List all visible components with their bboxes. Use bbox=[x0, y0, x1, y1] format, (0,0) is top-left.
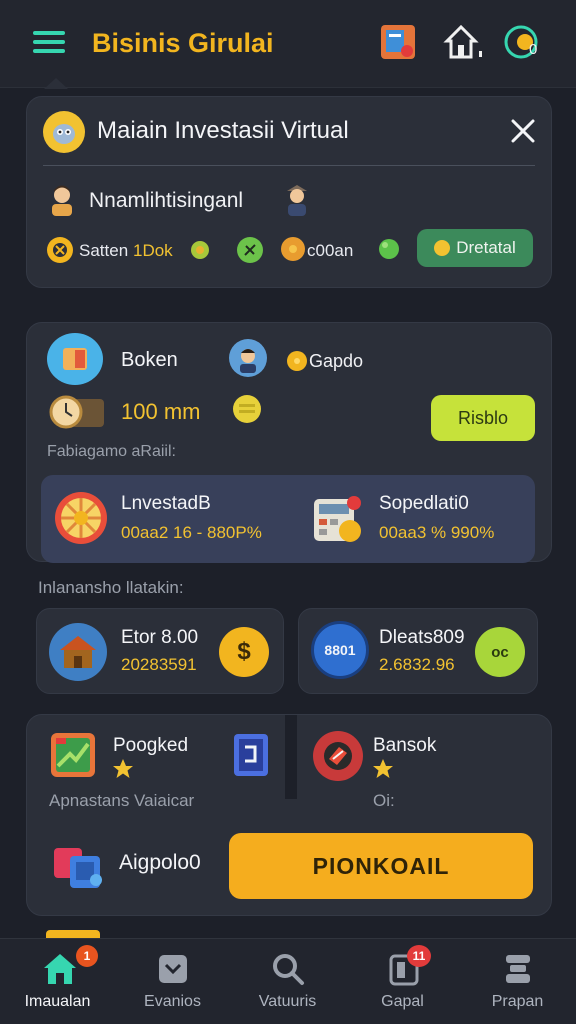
close-icon[interactable] bbox=[503, 111, 543, 151]
coin-balance-icon[interactable]: 0 bbox=[500, 20, 550, 64]
stack-icon bbox=[500, 951, 536, 987]
gear-coin-icon bbox=[185, 235, 215, 265]
peek-card-edge bbox=[46, 930, 100, 938]
bank-chip-label: 8801 bbox=[324, 642, 356, 658]
book-icon bbox=[47, 333, 103, 385]
roulette-icon bbox=[51, 487, 111, 549]
group-name: Aigpolo0 bbox=[119, 851, 201, 874]
cart-badge-icon bbox=[313, 731, 363, 781]
risblo-button-label: Risblo bbox=[457, 407, 509, 428]
projects-split bbox=[285, 715, 297, 799]
nav-label-profile: Prapan bbox=[491, 993, 544, 1010]
asset-1-value: 20283591 bbox=[121, 655, 197, 674]
nav-item-portfolio[interactable]: 11 Gapal bbox=[345, 939, 460, 1024]
asset-2-value: 2.6832.96 bbox=[379, 655, 455, 674]
coin-small-icon bbox=[434, 240, 451, 256]
asset-2-name: Dleats809 bbox=[379, 627, 465, 648]
modal-subtitle: Nnamlihtisinganl bbox=[89, 189, 244, 212]
gem-icon bbox=[373, 233, 405, 265]
timer-icon bbox=[47, 393, 107, 431]
nav-label-home: Imaualan bbox=[24, 993, 91, 1010]
svg-text:0: 0 bbox=[529, 41, 537, 58]
coin-label: Gapdo bbox=[309, 351, 364, 371]
boxes-icon bbox=[49, 833, 111, 895]
green-badge-label: oc bbox=[491, 643, 509, 661]
coin-value: c00an bbox=[307, 241, 354, 260]
briefcase-icon[interactable] bbox=[376, 20, 420, 64]
details-button[interactable]: Dretatal bbox=[417, 229, 533, 267]
app-title: Bisinis Girulai bbox=[92, 28, 274, 58]
asset-card-1[interactable]: Etor 8.00 20283591 $ bbox=[36, 608, 284, 694]
chart-up-icon bbox=[47, 729, 99, 781]
home-icon bbox=[40, 949, 80, 989]
business-amount: 100 mm bbox=[121, 399, 201, 424]
risblo-button[interactable]: Risblo bbox=[431, 395, 535, 441]
investment-options: LnvestadB 00aa2 16 - 880P% Sopedlati0 00… bbox=[41, 475, 535, 563]
modal-divider bbox=[43, 165, 535, 166]
leaf-icon bbox=[237, 237, 263, 263]
business-card: Boken Gapdo 100 mm Risblo Fabiagamo aRai… bbox=[26, 322, 552, 563]
coin-icon bbox=[281, 237, 305, 261]
investor-avatar-icon bbox=[43, 181, 81, 219]
investment-option-1-range: 00aa2 16 - 880P% bbox=[121, 523, 262, 542]
stats-label: Satten bbox=[79, 241, 129, 260]
nav-item-home[interactable]: 1 Imaualan bbox=[0, 939, 115, 1024]
house-icon bbox=[49, 623, 107, 681]
calculator-icon bbox=[309, 489, 367, 549]
nav-item-search[interactable]: Vatuuris bbox=[230, 939, 345, 1024]
app-header: Bisinis Girulai 0 bbox=[0, 0, 576, 88]
portfolio-badge: 11 bbox=[407, 945, 431, 967]
search-icon bbox=[270, 951, 306, 987]
modal-title: Maiain Investasii Virtual bbox=[97, 117, 349, 144]
advisor-avatar-icon bbox=[279, 179, 315, 219]
dollar-coin-icon[interactable]: $ bbox=[219, 627, 269, 677]
nav-label-portfolio: Gapal bbox=[381, 993, 424, 1010]
home-badge: 1 bbox=[76, 945, 98, 967]
nav-label-events: Evanios bbox=[144, 993, 201, 1010]
bank-chip-icon: 8801 bbox=[311, 621, 369, 679]
star-icon-1 bbox=[111, 757, 135, 781]
green-badge-icon[interactable]: oc bbox=[475, 627, 525, 677]
asset-card-2[interactable]: 8801 Dleats809 2.6832.96 oc bbox=[298, 608, 538, 694]
clock-icon bbox=[47, 237, 73, 263]
project-2-name: Bansok bbox=[373, 735, 437, 756]
asset-1-name: Etor 8.00 bbox=[121, 627, 199, 648]
coin-stack-icon bbox=[233, 395, 261, 423]
gold-coin-icon bbox=[287, 351, 307, 371]
tablet-icon bbox=[229, 729, 273, 781]
project-1-name: Poogked bbox=[113, 735, 189, 756]
star-icon-2 bbox=[371, 757, 395, 781]
project-1-caption: Apnastans Vaiaicar bbox=[49, 791, 195, 810]
inbox-icon bbox=[155, 951, 191, 987]
investment-modal: Maiain Investasii Virtual Nnamlihtisinga… bbox=[26, 96, 552, 288]
business-caption: Fabiagamo aRaiil: bbox=[47, 443, 176, 460]
projects-card: Poogked Apnastans Vaiaicar Bansok Oi: Ai… bbox=[26, 714, 552, 916]
investment-option-2-range: 00aa3 % 990% bbox=[379, 523, 495, 542]
manager-avatar-icon bbox=[229, 339, 267, 377]
stats-value: 1Dok bbox=[133, 241, 173, 260]
investment-option-2-name[interactable]: Sopedlati0 bbox=[379, 493, 469, 515]
dollar-badge: $ bbox=[237, 638, 251, 665]
section-label: Inlanansho llatakin: bbox=[38, 578, 184, 597]
project-2-caption: Oi: bbox=[373, 791, 395, 810]
home-upgrade-icon[interactable] bbox=[440, 20, 486, 64]
group-action-button[interactable]: PIONKOAIL bbox=[229, 833, 533, 899]
details-button-label: Dretatal bbox=[456, 238, 516, 257]
nav-item-events[interactable]: Evanios bbox=[115, 939, 230, 1024]
header-pointer bbox=[44, 78, 68, 89]
investment-option-1-name[interactable]: LnvestadB bbox=[121, 493, 211, 515]
group-action-button-label: PIONKOAIL bbox=[312, 852, 450, 879]
menu-icon[interactable] bbox=[28, 24, 70, 60]
owl-avatar-icon bbox=[43, 111, 85, 153]
business-name: Boken bbox=[121, 349, 178, 371]
nav-item-profile[interactable]: Prapan bbox=[460, 939, 575, 1024]
bottom-nav: 1 Imaualan Evanios Vatuuris 11 Gapal Pra… bbox=[0, 938, 576, 1024]
nav-label-search: Vatuuris bbox=[258, 993, 317, 1010]
